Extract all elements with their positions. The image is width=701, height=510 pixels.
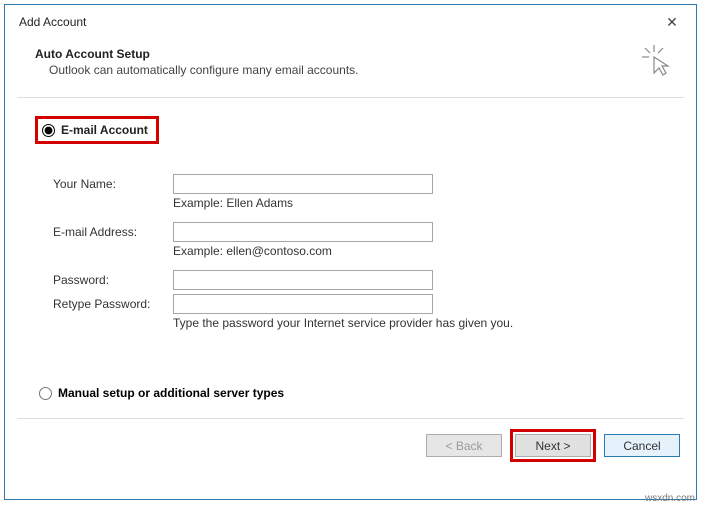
header-subtitle: Outlook can automatically configure many…	[49, 63, 672, 77]
add-account-dialog: Add Account ✕ Auto Account Setup Outlook…	[4, 4, 697, 500]
cursor-icon	[640, 43, 674, 77]
name-input[interactable]	[173, 174, 433, 194]
titlebar: Add Account ✕	[5, 5, 696, 35]
email-row: E-mail Address:	[53, 222, 676, 242]
email-account-radio[interactable]	[42, 124, 55, 137]
footer: < Back Next > Cancel	[5, 419, 696, 472]
email-account-label: E-mail Account	[61, 123, 148, 137]
email-hint: Example: ellen@contoso.com	[173, 244, 676, 258]
password-input[interactable]	[173, 270, 433, 290]
password-row: Password:	[53, 270, 676, 290]
watermark: wsxdn.com	[645, 493, 695, 504]
manual-setup-option[interactable]: Manual setup or additional server types	[39, 386, 676, 400]
retype-row: Retype Password:	[53, 294, 676, 314]
manual-setup-radio[interactable]	[39, 387, 52, 400]
header-title: Auto Account Setup	[35, 47, 672, 61]
password-label: Password:	[53, 273, 173, 287]
next-button[interactable]: Next >	[515, 434, 591, 457]
form: Your Name: Example: Ellen Adams E-mail A…	[53, 174, 676, 330]
back-button: < Back	[426, 434, 502, 457]
email-label: E-mail Address:	[53, 225, 173, 239]
password-hint: Type the password your Internet service …	[173, 316, 676, 330]
cancel-button[interactable]: Cancel	[604, 434, 680, 457]
close-icon: ✕	[666, 14, 678, 31]
content: E-mail Account Your Name: Example: Ellen…	[5, 98, 696, 408]
name-label: Your Name:	[53, 177, 173, 191]
retype-label: Retype Password:	[53, 297, 173, 311]
name-hint: Example: Ellen Adams	[173, 196, 676, 210]
email-account-option[interactable]: E-mail Account	[42, 123, 148, 137]
name-row: Your Name:	[53, 174, 676, 194]
header: Auto Account Setup Outlook can automatic…	[5, 35, 696, 85]
email-option-highlight: E-mail Account	[35, 116, 159, 144]
retype-input[interactable]	[173, 294, 433, 314]
manual-setup-label: Manual setup or additional server types	[58, 386, 284, 400]
close-button[interactable]: ✕	[652, 10, 692, 34]
window-title: Add Account	[19, 15, 86, 29]
email-input[interactable]	[173, 222, 433, 242]
next-button-highlight: Next >	[510, 429, 596, 462]
